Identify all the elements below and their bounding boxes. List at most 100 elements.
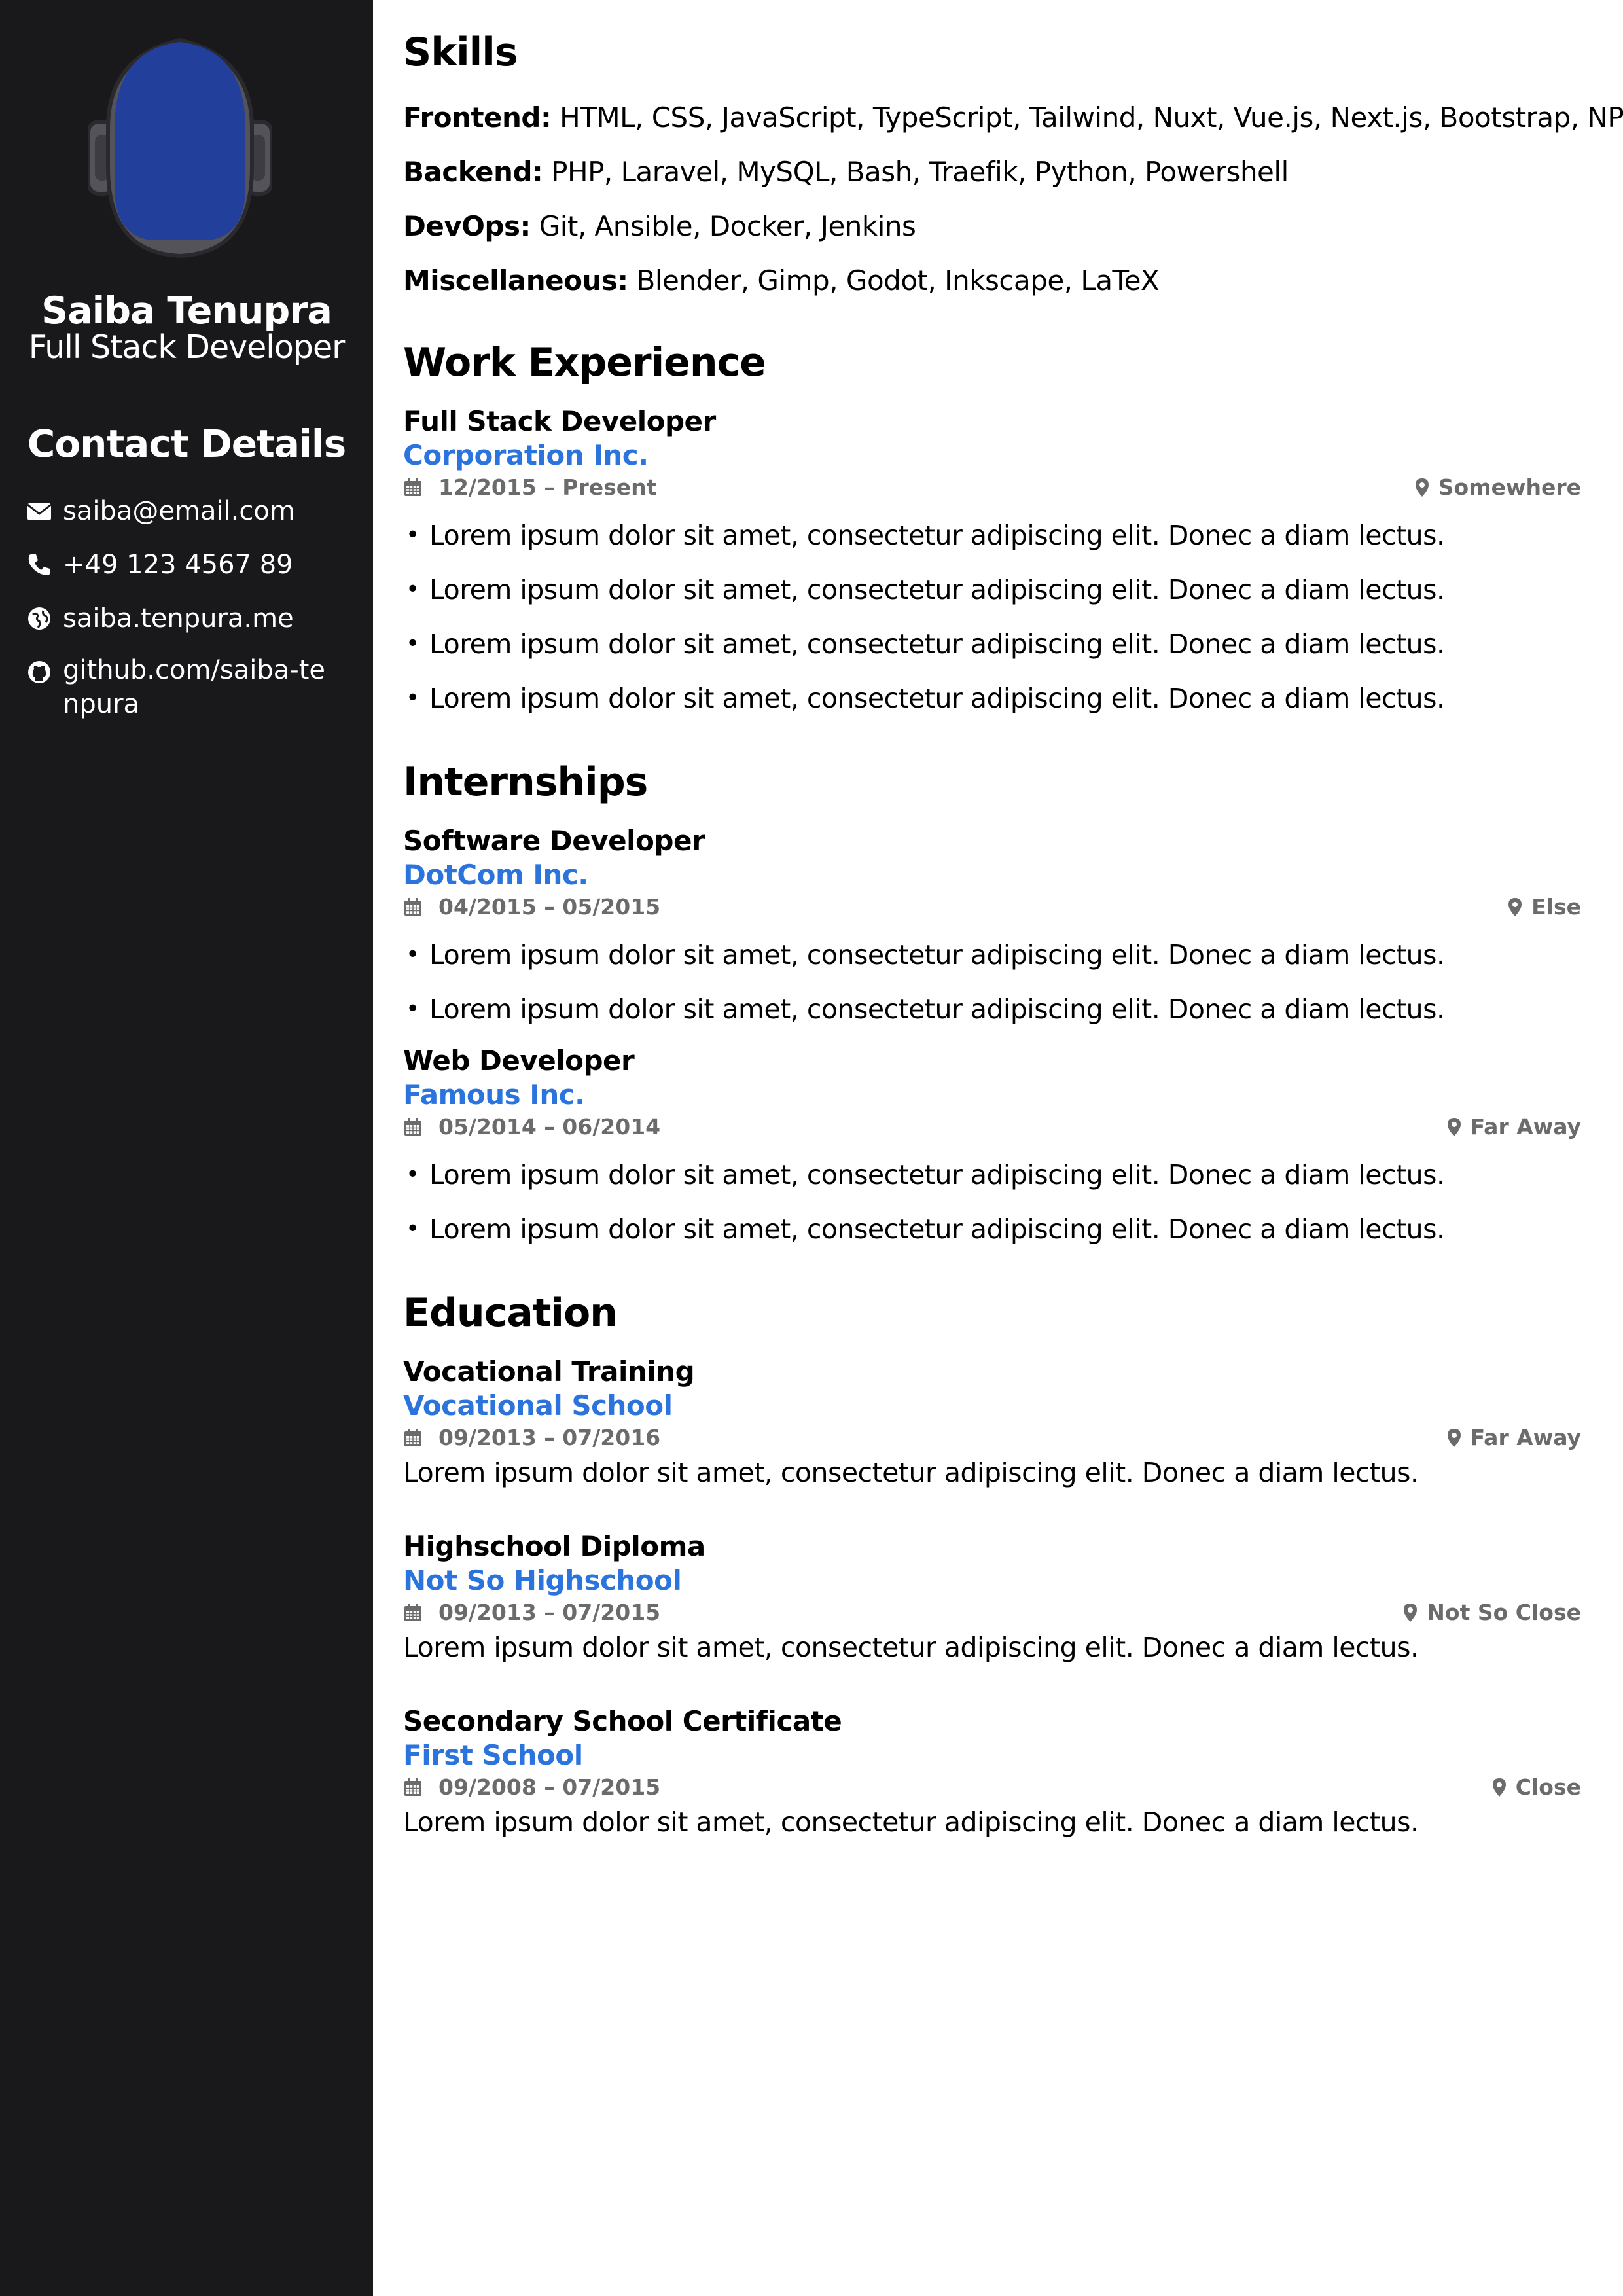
profile-role: Full Stack Developer	[28, 329, 346, 366]
list-item: Lorem ipsum dolor sit amet, consectetur …	[403, 516, 1581, 555]
list-item: Lorem ipsum dolor sit amet, consectetur …	[403, 935, 1581, 975]
skill-label: Backend:	[403, 156, 543, 188]
contact-email[interactable]: saiba@email.com	[26, 492, 353, 530]
skills-heading: Skills	[403, 29, 518, 75]
entry-title: Software Developer	[403, 825, 705, 857]
internship-entry: Web Developer Famous Inc. 05/2014 – 06/2…	[403, 1044, 1581, 1249]
skill-label: Miscellaneous:	[403, 264, 628, 296]
skill-label: Frontend:	[403, 101, 552, 134]
entry-date: 09/2013 – 07/2016	[403, 1423, 660, 1453]
contact-phone[interactable]: +49 123 4567 89	[26, 546, 353, 584]
skill-misc: Miscellaneous: Blender, Gimp, Godot, Ink…	[403, 261, 1581, 300]
map-marker-icon	[1492, 1778, 1506, 1797]
entry-location: Somewhere	[1415, 473, 1581, 503]
contact-email-text: saiba@email.com	[63, 496, 295, 526]
contact-heading: Contact Details	[27, 422, 347, 466]
entry-org: Not So Highschool	[403, 1564, 682, 1596]
entry-description: Lorem ipsum dolor sit amet, consectetur …	[403, 1632, 1419, 1663]
entry-date: 09/2008 – 07/2015	[403, 1772, 660, 1803]
calendar-icon	[404, 898, 421, 916]
entry-location-text: Far Away	[1470, 1425, 1581, 1450]
entry-location-text: Close	[1515, 1774, 1581, 1800]
map-marker-icon	[1404, 1604, 1418, 1622]
skill-devops: DevOps: Git, Ansible, Docker, Jenkins	[403, 207, 1581, 246]
entry-date-text: 09/2008 – 07/2015	[438, 1774, 661, 1800]
entry-date-text: 04/2015 – 05/2015	[438, 894, 661, 920]
skill-value: HTML, CSS, JavaScript, TypeScript, Tailw…	[560, 101, 1623, 134]
entry-title: Secondary School Certificate	[403, 1705, 842, 1737]
contact-website-text: saiba.tenpura.me	[63, 603, 294, 634]
entry-location-text: Far Away	[1470, 1114, 1581, 1139]
skill-value: Git, Ansible, Docker, Jenkins	[539, 210, 916, 242]
entry-meta: 09/2013 – 07/2016 Far Away	[403, 1423, 1581, 1453]
calendar-icon	[404, 1604, 421, 1621]
list-item: Lorem ipsum dolor sit amet, consectetur …	[403, 679, 1581, 718]
entry-date: 09/2013 – 07/2015	[403, 1598, 660, 1628]
entry-org: Vocational School	[403, 1390, 673, 1422]
map-marker-icon	[1415, 478, 1429, 497]
entry-date-text: 09/2013 – 07/2015	[438, 1600, 661, 1625]
education-entry: Secondary School Certificate First Schoo…	[403, 1704, 1581, 1842]
entry-location: Close	[1492, 1772, 1581, 1803]
entry-meta: 05/2014 – 06/2014 Far Away	[403, 1112, 1581, 1142]
entry-title: Vocational Training	[403, 1355, 695, 1388]
contact-website[interactable]: saiba.tenpura.me	[26, 600, 353, 637]
avatar	[88, 37, 272, 259]
list-item: Lorem ipsum dolor sit amet, consectetur …	[403, 1210, 1581, 1249]
globe-icon	[26, 600, 55, 637]
education-entry: Vocational Training Vocational School 09…	[403, 1355, 1581, 1492]
calendar-icon	[404, 1118, 421, 1136]
entry-date: 12/2015 – Present	[403, 473, 656, 503]
entry-date-text: 12/2015 – Present	[438, 475, 657, 500]
calendar-icon	[404, 1429, 421, 1446]
entry-meta: 12/2015 – Present Somewhere	[403, 473, 1581, 503]
skill-value: PHP, Laravel, MySQL, Bash, Traefik, Pyth…	[551, 156, 1289, 188]
internship-entry: Software Developer DotCom Inc. 04/2015 –…	[403, 824, 1581, 1029]
helmet-avatar-icon	[88, 37, 272, 259]
list-item: Lorem ipsum dolor sit amet, consectetur …	[403, 570, 1581, 609]
github-icon	[26, 653, 55, 691]
entry-location-text: Somewhere	[1438, 475, 1581, 500]
entry-date: 05/2014 – 06/2014	[403, 1112, 660, 1142]
work-entry: Full Stack Developer Corporation Inc. 12…	[403, 404, 1581, 718]
entry-location-text: Not So Close	[1427, 1600, 1581, 1625]
contact-phone-text: +49 123 4567 89	[63, 550, 293, 580]
calendar-icon	[404, 478, 421, 496]
contact-github-text: github.com/saiba-tenpura	[63, 655, 325, 719]
entry-bullets: Lorem ipsum dolor sit amet, consectetur …	[403, 516, 1581, 718]
entry-org: Famous Inc.	[403, 1079, 585, 1111]
skill-frontend: Frontend: HTML, CSS, JavaScript, TypeScr…	[403, 98, 1623, 137]
entry-meta: 09/2013 – 07/2015 Not So Close	[403, 1598, 1581, 1628]
entry-meta: 09/2008 – 07/2015 Close	[403, 1772, 1581, 1803]
contact-list: saiba@email.com +49 123 4567 89 saiba.te…	[26, 492, 353, 737]
map-marker-icon	[1447, 1429, 1461, 1447]
sidebar: Saiba Tenupra Full Stack Developer Conta…	[0, 0, 373, 2296]
entry-date-text: 09/2013 – 07/2016	[438, 1425, 661, 1450]
list-item: Lorem ipsum dolor sit amet, consectetur …	[403, 624, 1581, 664]
calendar-icon	[404, 1778, 421, 1796]
phone-icon	[26, 546, 55, 584]
education-entry: Highschool Diploma Not So Highschool 09/…	[403, 1530, 1581, 1667]
internships-heading: Internships	[403, 759, 648, 805]
skill-value: Blender, Gimp, Godot, Inkscape, LaTeX	[636, 264, 1160, 296]
entry-date: 04/2015 – 05/2015	[403, 892, 660, 922]
entry-location: Far Away	[1447, 1112, 1581, 1142]
contact-github[interactable]: github.com/saiba-tenpura	[26, 653, 353, 721]
list-item: Lorem ipsum dolor sit amet, consectetur …	[403, 990, 1581, 1029]
entry-location: Else	[1508, 892, 1581, 922]
map-marker-icon	[1508, 898, 1522, 916]
entry-location-text: Else	[1531, 894, 1581, 920]
entry-org: Corporation Inc.	[403, 439, 649, 471]
education-heading: Education	[403, 1290, 618, 1336]
entry-date-text: 05/2014 – 06/2014	[438, 1114, 661, 1139]
skill-label: DevOps:	[403, 210, 531, 242]
entry-description: Lorem ipsum dolor sit amet, consectetur …	[403, 1806, 1419, 1838]
entry-description: Lorem ipsum dolor sit amet, consectetur …	[403, 1457, 1419, 1488]
work-heading: Work Experience	[403, 340, 766, 386]
list-item: Lorem ipsum dolor sit amet, consectetur …	[403, 1155, 1581, 1194]
envelope-icon	[26, 492, 55, 530]
entry-org: First School	[403, 1739, 583, 1771]
entry-org: DotCom Inc.	[403, 859, 588, 891]
entry-title: Highschool Diploma	[403, 1530, 705, 1562]
skill-backend: Backend: PHP, Laravel, MySQL, Bash, Trae…	[403, 152, 1581, 192]
